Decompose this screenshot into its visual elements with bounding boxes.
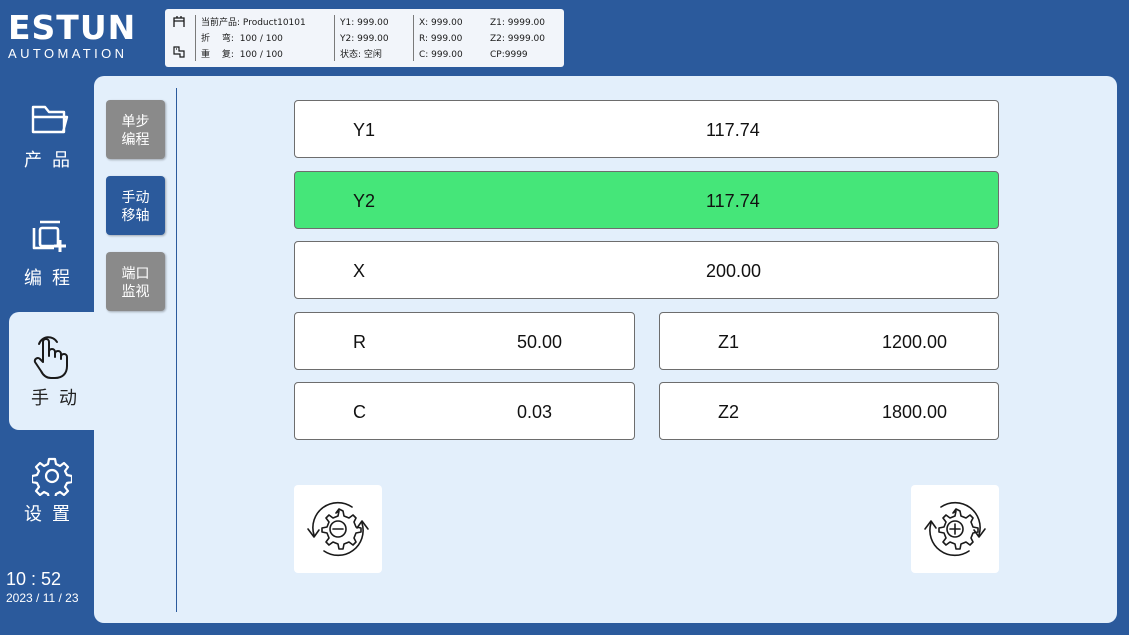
sidebar-item-manual[interactable]: 手动 <box>9 312 99 430</box>
separator <box>334 15 335 61</box>
subtab-label: 端口监视 <box>121 264 150 299</box>
axis-name: R <box>353 332 366 352</box>
r-readout: R: 999.00 <box>419 34 463 44</box>
axis-name: Z2 <box>718 402 740 422</box>
axis-field-y2[interactable]: Y2 117.74 <box>294 171 999 229</box>
z1-readout: Z1: 9999.00 <box>490 18 546 28</box>
jog-minus-button[interactable] <box>294 485 382 573</box>
axis-field-x[interactable]: X 200.00 <box>294 241 999 299</box>
sidebar-item-product[interactable]: 产品 <box>0 96 94 176</box>
axis-name: Y2 <box>353 191 376 211</box>
status-readout: 状态: 空闲 <box>340 50 382 60</box>
axis-field-r[interactable]: R 50.00 <box>294 312 635 370</box>
subtab-label: 手动移轴 <box>121 188 150 223</box>
bend-label: 折 弯: <box>201 34 234 44</box>
axis-value: 1800.00 <box>882 402 948 422</box>
logo-tagline: AUTOMATION <box>8 46 128 61</box>
clock-time: 10 : 52 <box>6 569 62 589</box>
axis-field-z2[interactable]: Z2 1800.00 <box>659 382 999 440</box>
repeat-value: 100 / 100 <box>239 50 283 60</box>
machine-icon <box>173 46 185 58</box>
hand-pointer-icon <box>33 336 68 379</box>
axis-value: 200.00 <box>706 261 762 281</box>
bend-value: 100 / 100 <box>239 34 283 44</box>
z2-readout: Z2: 9999.00 <box>490 34 546 44</box>
x-readout: X: 999.00 <box>419 18 463 28</box>
axis-field-z1[interactable]: Z1 1200.00 <box>659 312 999 370</box>
jog-plus-icon <box>924 501 986 557</box>
sidebar-item-settings[interactable]: 设置 <box>0 448 94 528</box>
estun-logo: ESTUN AUTOMATION <box>8 10 156 66</box>
status-info-panel: 当前产品: Product10101 折 弯: 100 / 100 重 复: 1… <box>165 9 564 67</box>
axis-field-y1[interactable]: Y1 117.74 <box>294 100 999 158</box>
subtab-port-monitor[interactable]: 端口监视 <box>106 252 165 311</box>
y2-readout: Y2: 999.00 <box>340 34 389 44</box>
subtab-manual-axis[interactable]: 手动移轴 <box>106 176 165 235</box>
sidebar-item-programming[interactable]: 编程 <box>0 212 94 292</box>
subtab-label: 单步编程 <box>121 112 150 147</box>
jog-plus-button[interactable] <box>911 485 999 573</box>
sidebar-label: 产品 <box>24 150 80 170</box>
axis-value: 1200.00 <box>882 332 948 352</box>
repeat-label: 重 复: <box>201 50 234 60</box>
separator <box>195 15 196 61</box>
current-product-value: Product10101 <box>242 18 306 28</box>
axis-name: Y1 <box>353 120 376 140</box>
sidebar-label: 设置 <box>24 504 80 524</box>
add-copy-icon <box>32 220 66 252</box>
c-readout: C: 999.00 <box>419 50 463 60</box>
sidebar-label: 手动 <box>31 388 87 408</box>
y1-readout: Y1: 999.00 <box>340 18 389 28</box>
clock-date: 2023 / 11 / 23 <box>6 591 79 605</box>
main-panel: 单步编程 手动移轴 端口监视 Y1 117.74 Y2 117.74 X 200… <box>94 76 1117 623</box>
current-product-label: 当前产品: <box>201 18 241 28</box>
logo-wordmark: ESTUN <box>8 8 137 47</box>
axis-name: C <box>353 402 366 422</box>
axis-value: 0.03 <box>517 402 553 422</box>
cp-readout: CP:9999 <box>490 50 528 60</box>
subtab-step-programming[interactable]: 单步编程 <box>106 100 165 159</box>
separator <box>413 15 414 61</box>
axis-name: Z1 <box>718 332 740 352</box>
subnav-divider <box>176 88 177 612</box>
clock: 10 : 52 2023 / 11 / 23 <box>6 568 79 606</box>
axis-name: X <box>353 261 366 281</box>
axis-value: 117.74 <box>706 120 760 140</box>
product-icon <box>173 16 185 27</box>
axis-value: 50.00 <box>517 332 563 352</box>
axis-value: 117.74 <box>706 191 760 211</box>
jog-minus-icon <box>307 501 369 557</box>
folder-icon <box>31 105 69 134</box>
gear-icon <box>32 457 72 496</box>
axis-field-c[interactable]: C 0.03 <box>294 382 635 440</box>
sidebar-label: 编程 <box>24 268 80 288</box>
